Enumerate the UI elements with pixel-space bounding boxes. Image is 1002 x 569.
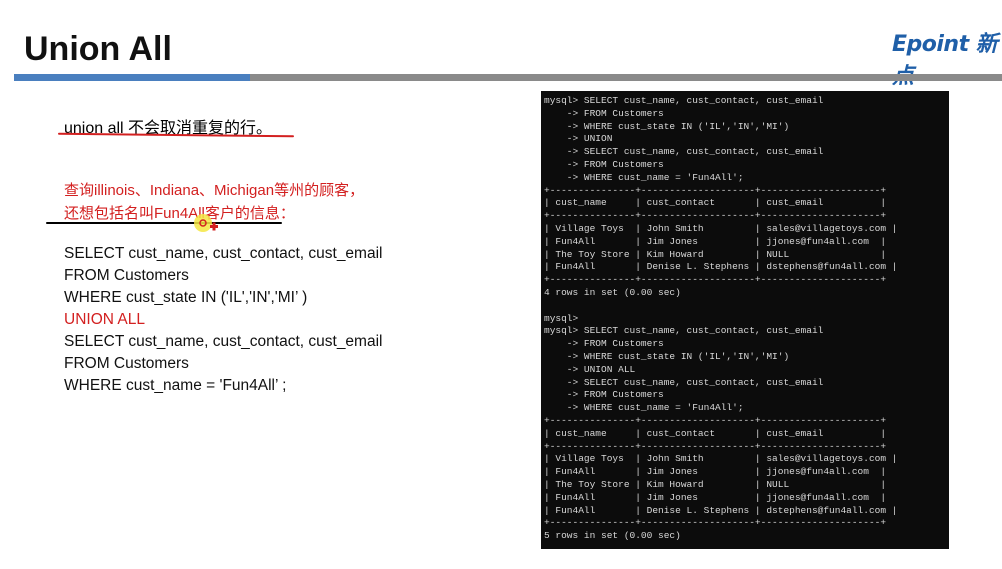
terminal-line: +---------------+--------------------+--… (544, 414, 887, 426)
sql-code-line: SELECT cust_name, cust_contact, cust_ema… (64, 333, 383, 350)
terminal-line: -> WHERE cust_state IN ('IL','IN','MI') (544, 350, 790, 362)
terminal-line: | The Toy Store | Kim Howard | NULL | (544, 248, 887, 260)
terminal-line: +---------------+--------------------+--… (544, 210, 887, 222)
terminal-line: -> SELECT cust_name, cust_contact, cust_… (544, 376, 824, 388)
terminal-line: -> FROM Customers (544, 389, 664, 401)
terminal-line: +---------------+--------------------+--… (544, 440, 887, 452)
terminal-line: | The Toy Store | Kim Howard | NULL | (544, 478, 887, 490)
terminal-line: -> FROM Customers (544, 338, 664, 350)
sql-keyword-line: UNION ALL (64, 311, 145, 328)
annotation-underline-black (46, 222, 282, 224)
sql-code-line: FROM Customers (64, 267, 189, 284)
terminal-line: | Fun4All | Jim Jones | jjones@fun4all.c… (544, 491, 887, 503)
terminal-line: -> WHERE cust_name = 'Fun4All'; (544, 171, 744, 183)
terminal-line: | Fun4All | Jim Jones | jjones@fun4all.c… (544, 235, 887, 247)
terminal-line: -> SELECT cust_name, cust_contact, cust_… (544, 146, 824, 158)
terminal-line: mysql> (544, 312, 579, 324)
query-description-line1: 查询illinois、Indiana、Michigan等州的顾客， (64, 182, 365, 199)
sql-code-block: SELECT cust_name, cust_contact, cust_ema… (64, 243, 382, 397)
terminal-line: | cust_name | cust_contact | cust_email … (544, 197, 887, 209)
slide-title: Union All (24, 30, 172, 68)
sql-code-line: FROM Customers (64, 355, 189, 372)
sql-code-line: SELECT cust_name, cust_contact, cust_ema… (64, 245, 383, 262)
terminal-line: +---------------+--------------------+--… (544, 274, 887, 286)
terminal-line: | Village Toys | John Smith | sales@vill… (544, 222, 898, 234)
pointer-highlight-icon (194, 214, 218, 232)
sql-code-line: WHERE cust_state IN ('IL','IN','MI’ ) (64, 289, 308, 306)
terminal-line: 5 rows in set (0.00 sec) (544, 530, 681, 542)
terminal-line: -> UNION ALL (544, 363, 636, 375)
terminal-line: -> FROM Customers (544, 107, 664, 119)
title-divider-accent (14, 74, 250, 81)
terminal-line: mysql> SELECT cust_name, cust_contact, c… (544, 325, 824, 337)
terminal-line: -> UNION (544, 133, 613, 145)
terminal-line: -> FROM Customers (544, 158, 664, 170)
terminal-line: -> WHERE cust_name = 'Fun4All'; (544, 402, 744, 414)
terminal-line: mysql> SELECT cust_name, cust_contact, c… (544, 95, 824, 106)
terminal-line: -> WHERE cust_state IN ('IL','IN','MI') (544, 120, 790, 132)
terminal-line: +---------------+--------------------+--… (544, 517, 887, 529)
sql-code-line: WHERE cust_name = 'Fun4All’ ; (64, 377, 287, 394)
terminal-line: | Fun4All | Denise L. Stephens | dstephe… (544, 504, 898, 516)
terminal-line: 4 rows in set (0.00 sec) (544, 286, 681, 298)
terminal-output: mysql> SELECT cust_name, cust_contact, c… (544, 95, 897, 543)
terminal-line: | cust_name | cust_contact | cust_email … (544, 427, 887, 439)
mysql-terminal: mysql> SELECT cust_name, cust_contact, c… (541, 91, 949, 549)
terminal-line: | Village Toys | John Smith | sales@vill… (544, 453, 898, 465)
terminal-line: +---------------+--------------------+--… (544, 184, 887, 196)
terminal-line: | Fun4All | Denise L. Stephens | dstephe… (544, 261, 898, 273)
terminal-line: | Fun4All | Jim Jones | jjones@fun4all.c… (544, 466, 887, 478)
